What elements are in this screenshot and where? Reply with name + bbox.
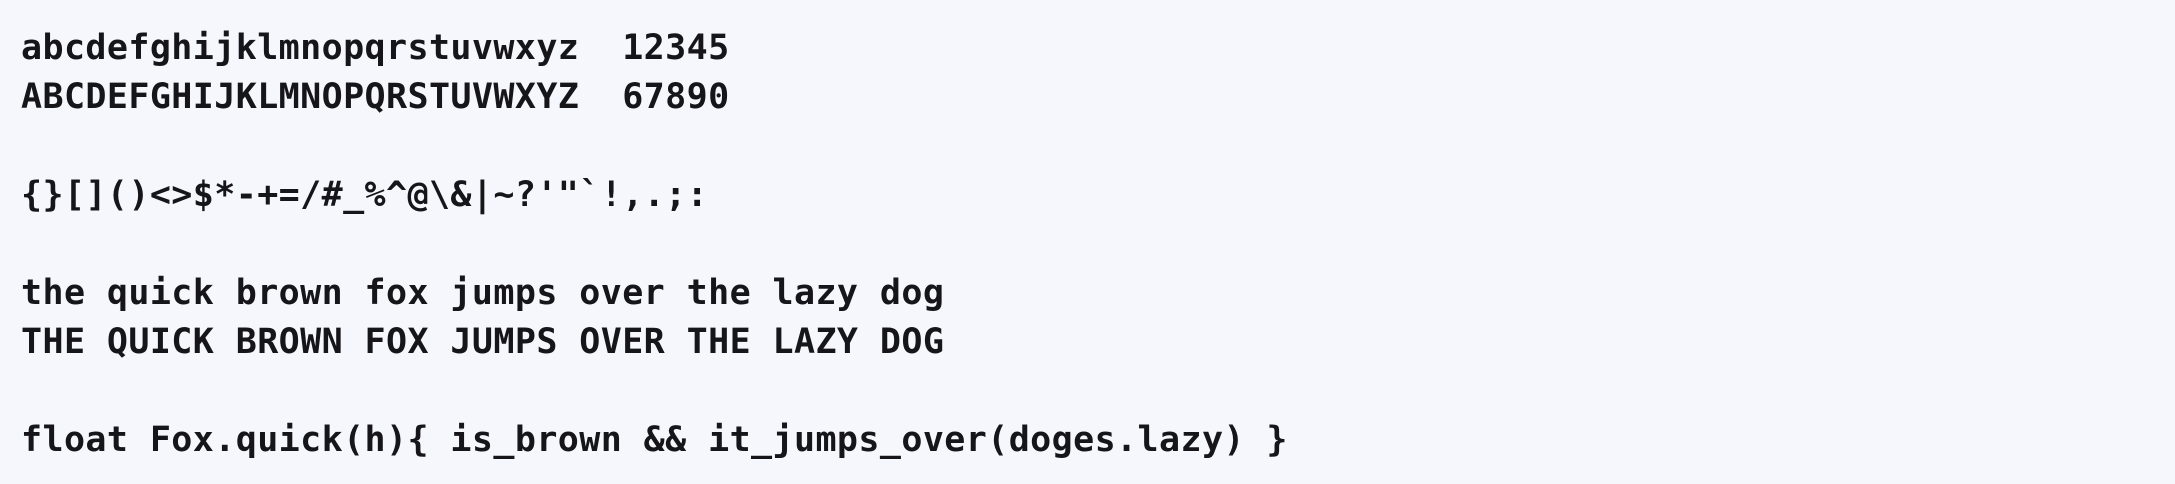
uppercase-alphabet-line: ABCDEFGHIJKLMNOPQRSTUVWXYZ 67890 <box>21 77 730 117</box>
code-sample-line: float Fox.quick(h){ is_brown && it_jumps… <box>21 420 1288 460</box>
pangram-uppercase-line: THE QUICK BROWN FOX JUMPS OVER THE LAZY … <box>21 322 945 362</box>
pangram-lowercase-line: the quick brown fox jumps over the lazy … <box>21 273 945 313</box>
lowercase-alphabet-line: abcdefghijklmnopqrstuvwxyz 12345 <box>21 28 730 68</box>
font-specimen: abcdefghijklmnopqrstuvwxyz 12345 ABCDEFG… <box>21 24 1288 465</box>
symbols-line: {}[]()<>$*-+=/#_%^@\&|~?'"`!,.;: <box>21 175 709 215</box>
